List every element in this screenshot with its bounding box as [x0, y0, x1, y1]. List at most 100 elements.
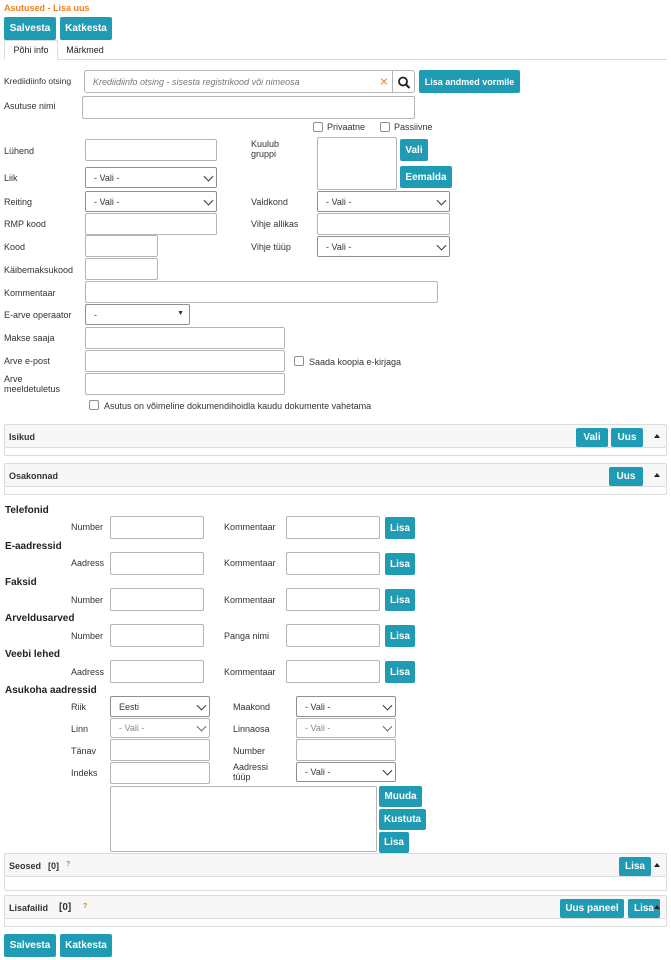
bottom-save-button[interactable]: Salvesta — [4, 934, 56, 957]
vali-group-button[interactable]: Vali — [400, 139, 428, 161]
email-kommentaar-input[interactable] — [286, 552, 380, 575]
aadressi-tuup-select[interactable]: - Vali - — [296, 762, 396, 782]
kood-input[interactable] — [85, 235, 158, 257]
reiting-label: Reiting — [4, 197, 33, 207]
isikud-uus-button[interactable]: Uus — [611, 428, 643, 447]
veeb-kommentaar-label: Kommentaar — [224, 667, 276, 677]
linnaosa-select[interactable]: - Vali - — [296, 718, 396, 738]
linn-label: Linn — [71, 724, 89, 734]
privaatne-label: Privaatne — [327, 122, 366, 132]
credit-search-input[interactable]: Krediidiinfo otsing - sisesta registriko… — [84, 70, 393, 93]
vihje-tuup-label: Vihje tüüp — [251, 242, 291, 252]
telefon-number-input[interactable] — [110, 516, 204, 539]
tab-pohi-info[interactable]: Põhi info — [4, 40, 58, 60]
address-list[interactable] — [110, 786, 377, 852]
telefonid-title: Telefonid — [5, 505, 49, 516]
tanav-label: Tänav — [71, 746, 97, 756]
kuulub-gruppi-list[interactable] — [317, 137, 397, 190]
lisafailid-panel-header: Lisafailid [0] ? Uus paneel Lisa — [4, 895, 667, 919]
eemalda-group-button[interactable]: Eemalda — [400, 166, 452, 188]
luhend-input[interactable] — [85, 139, 217, 161]
help-icon[interactable]: ? — [66, 861, 70, 868]
tab-markmed[interactable]: Märkmed — [58, 40, 112, 60]
telefon-kommentaar-input[interactable] — [286, 516, 380, 539]
linn-select[interactable]: - Vali - — [110, 718, 210, 738]
earve-operaator-select[interactable]: - ▼ — [85, 304, 190, 325]
osakonnad-uus-button[interactable]: Uus — [609, 467, 643, 486]
saada-koopia-label: Saada koopia e-kirjaga — [309, 357, 402, 367]
isikud-vali-button[interactable]: Vali — [576, 428, 608, 447]
asutuse-nimi-input[interactable] — [82, 96, 415, 119]
veeb-aadress-input[interactable] — [110, 660, 204, 683]
arve-meeldetuletus-input[interactable] — [85, 373, 285, 395]
rmp-kood-label: RMP kood — [4, 219, 46, 229]
riik-select[interactable]: Eesti — [110, 696, 210, 717]
dokumendihoidla-label: Asutus on võimeline dokumendihoidla kaud… — [104, 401, 372, 411]
indeks-input[interactable] — [110, 762, 210, 784]
save-button[interactable]: Salvesta — [4, 17, 56, 40]
rmp-kood-input[interactable] — [85, 213, 217, 235]
seosed-panel-header: Seosed [0] ? Lisa — [4, 853, 667, 877]
help-icon[interactable]: ? — [83, 903, 87, 910]
magnifier-icon — [398, 76, 411, 89]
vihje-tuup-value: - Vali - — [326, 241, 352, 252]
lisa-address-button[interactable]: Lisa — [379, 832, 409, 853]
reiting-value: - Vali - — [94, 196, 120, 207]
valdkond-select[interactable]: - Vali - — [317, 191, 450, 212]
dokumendihoidla-checkbox[interactable] — [89, 400, 99, 410]
privaatne-checkbox[interactable] — [313, 122, 323, 132]
arve-epost-input[interactable] — [85, 350, 285, 372]
email-lisa-button[interactable]: Lisa — [385, 553, 415, 575]
kommentaar-input[interactable] — [85, 281, 438, 303]
saada-koopia-checkbox[interactable] — [294, 356, 304, 366]
vihje-tuup-select[interactable]: - Vali - — [317, 236, 450, 257]
collapse-icon[interactable] — [654, 434, 660, 438]
number-label: Number — [233, 746, 266, 756]
muuda-address-button[interactable]: Muuda — [379, 786, 422, 807]
clear-icon[interactable]: × — [380, 73, 388, 89]
lisafailid-count: [0] — [59, 902, 72, 913]
faks-number-input[interactable] — [110, 588, 204, 611]
veeb-lisa-button[interactable]: Lisa — [385, 661, 415, 683]
add-credit-data-button[interactable]: Lisa andmed vormile — [419, 70, 520, 93]
bottom-cancel-button[interactable]: Katkesta — [60, 934, 112, 957]
vihje-allikas-input[interactable] — [317, 213, 450, 235]
veeb-kommentaar-input[interactable] — [286, 660, 380, 683]
credit-search-placeholder: Krediidiinfo otsing - sisesta registriko… — [93, 77, 300, 87]
makse-saaja-input[interactable] — [85, 327, 285, 349]
number-input[interactable] — [296, 739, 396, 761]
aadressi-tuup-value: - Vali - — [305, 767, 331, 777]
chevron-down-icon — [382, 700, 393, 711]
seosed-panel-body — [4, 877, 667, 891]
arve-lisa-button[interactable]: Lisa — [385, 625, 415, 647]
maakond-select[interactable]: - Vali - — [296, 696, 396, 717]
collapse-icon[interactable] — [654, 863, 660, 867]
panga-nimi-input[interactable] — [286, 624, 380, 647]
seosed-lisa-button[interactable]: Lisa — [619, 857, 651, 876]
uus-paneel-button[interactable]: Uus paneel — [560, 899, 624, 918]
kustuta-address-button[interactable]: Kustuta — [379, 809, 426, 830]
cancel-button[interactable]: Katkesta — [60, 17, 112, 40]
earve-operaator-label: E-arve operaator — [4, 310, 72, 320]
faks-kommentaar-input[interactable] — [286, 588, 380, 611]
asutuse-nimi-label: Asutuse nimi — [4, 101, 56, 111]
telefon-lisa-button[interactable]: Lisa — [385, 517, 415, 539]
maakond-label: Maakond — [233, 702, 271, 712]
luhend-label: Lühend — [4, 146, 35, 156]
reiting-select[interactable]: - Vali - — [85, 191, 217, 212]
search-button[interactable] — [393, 70, 415, 93]
tanav-input[interactable] — [110, 739, 210, 761]
kaibemaksukood-input[interactable] — [85, 258, 158, 280]
arve-number-input[interactable] — [110, 624, 204, 647]
passiivne-label: Passiivne — [394, 122, 433, 132]
collapse-icon[interactable] — [654, 905, 660, 909]
faks-lisa-button[interactable]: Lisa — [385, 589, 415, 611]
faksid-title: Faksid — [5, 577, 37, 588]
chevron-down-icon — [196, 721, 207, 732]
liik-select[interactable]: - Vali - — [85, 167, 217, 188]
isikud-panel-body — [4, 448, 667, 456]
passiivne-checkbox[interactable] — [380, 122, 390, 132]
collapse-icon[interactable] — [654, 473, 660, 477]
aadressi-tuup-label: Aadressi tüüp — [233, 762, 269, 782]
email-aadress-input[interactable] — [110, 552, 204, 575]
